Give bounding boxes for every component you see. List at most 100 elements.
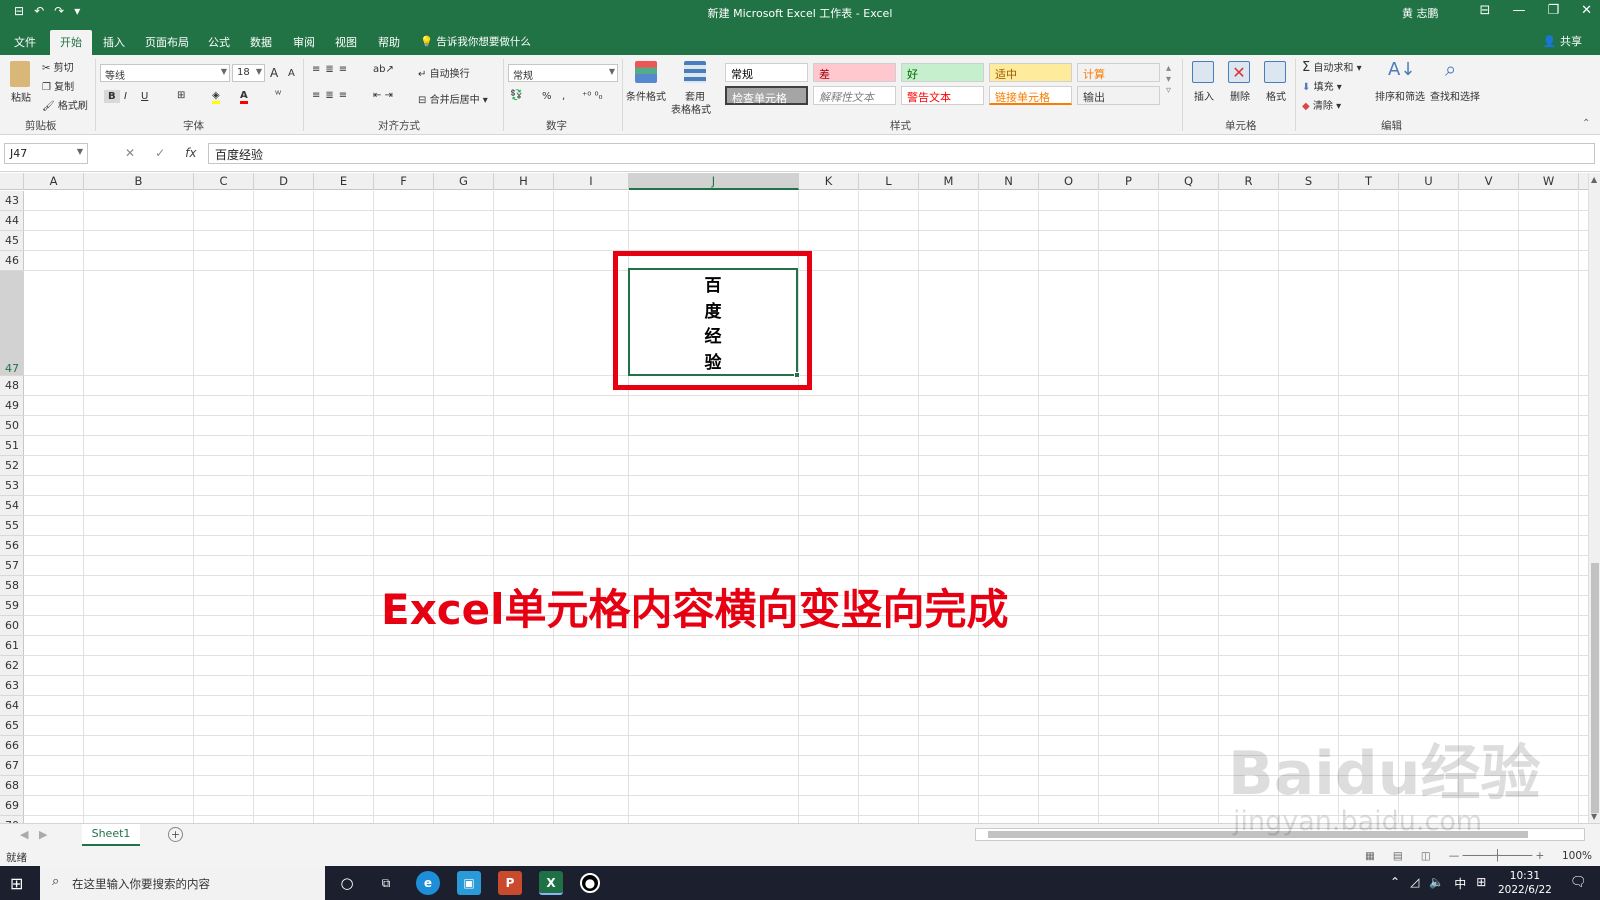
row-header-62[interactable]: 62 (0, 656, 24, 676)
name-box[interactable]: J47 ▼ (4, 143, 88, 164)
collapse-ribbon-icon[interactable]: ⌃ (1582, 118, 1590, 129)
insert-cells-icon[interactable] (1192, 61, 1214, 83)
font-color-icon[interactable]: A (240, 90, 248, 104)
windows-start-icon[interactable]: ⊞ (10, 874, 23, 893)
paste-icon[interactable] (10, 61, 30, 87)
shrink-font-button[interactable]: A (288, 68, 295, 79)
account-name[interactable]: 黄 志鹏 (1402, 5, 1439, 21)
number-format-combo[interactable]: 常规 ▼ (508, 64, 618, 82)
row-header-46[interactable]: 46 (0, 251, 24, 271)
vertical-align-icons[interactable]: ≡≣≡ (312, 64, 352, 75)
grow-font-button[interactable]: A (270, 66, 278, 80)
column-header-J[interactable]: J (629, 173, 799, 190)
scroll-down-icon[interactable]: ▼ (1591, 812, 1597, 821)
row-header-44[interactable]: 44 (0, 211, 24, 231)
cell-style-4[interactable]: 计算 (1077, 63, 1160, 82)
wrap-text-button[interactable]: ↵ 自动换行 (418, 65, 470, 80)
cell-style-7[interactable]: 警告文本 (901, 86, 984, 105)
confirm-entry-icon[interactable]: ✓ (155, 146, 165, 160)
column-header-N[interactable]: N (979, 173, 1039, 190)
column-header-T[interactable]: T (1339, 173, 1399, 190)
vertical-scrollbar[interactable]: ▲ ▼ (1588, 173, 1600, 823)
column-header-H[interactable]: H (494, 173, 554, 190)
font-size-combo[interactable]: 18 ▼ (232, 64, 265, 82)
fill-button[interactable]: ⬇ 填充 ▾ (1302, 78, 1342, 93)
row-header-55[interactable]: 55 (0, 516, 24, 536)
sort-filter-button[interactable]: 排序和筛选 (1375, 88, 1425, 103)
column-header-E[interactable]: E (314, 173, 374, 190)
format-painter-button[interactable]: 🖌 格式刷 (42, 97, 88, 112)
comma-button[interactable]: , (562, 91, 565, 102)
tell-me-box[interactable]: 💡 告诉我你想要做什么 (420, 34, 531, 49)
cell-style-6[interactable]: 解释性文本 (813, 86, 896, 105)
column-header-L[interactable]: L (859, 173, 919, 190)
row-header-52[interactable]: 52 (0, 456, 24, 476)
column-header-C[interactable]: C (194, 173, 254, 190)
zoom-slider[interactable]: — ─────┼───── + (1449, 850, 1545, 862)
row-header-69[interactable]: 69 (0, 796, 24, 816)
row-header-45[interactable]: 45 (0, 231, 24, 251)
cell-style-9[interactable]: 输出 (1077, 86, 1160, 105)
bold-button[interactable]: B (104, 90, 120, 103)
formula-input[interactable]: 百度经验 (208, 143, 1595, 164)
row-header-63[interactable]: 63 (0, 676, 24, 696)
format-cells-button[interactable]: 格式 (1266, 88, 1286, 103)
row-header-66[interactable]: 66 (0, 736, 24, 756)
obs-icon[interactable]: ● (580, 873, 600, 893)
row-header-68[interactable]: 68 (0, 776, 24, 796)
close-button[interactable]: ✕ (1581, 3, 1592, 18)
normal-view-icon[interactable]: ▦ (1365, 850, 1375, 862)
row-header-60[interactable]: 60 (0, 616, 24, 636)
taskbar-search-box[interactable]: ⌕ 在这里输入你要搜索的内容 (40, 866, 325, 900)
column-header-F[interactable]: F (374, 173, 434, 190)
column-header-P[interactable]: P (1099, 173, 1159, 190)
font-name-combo[interactable]: 等线 ▼ (100, 64, 230, 82)
tab-2[interactable]: 插入 (103, 34, 125, 50)
add-sheet-button[interactable]: + (168, 827, 183, 842)
phonetic-icon[interactable]: ᵂ (275, 90, 281, 101)
tab-4[interactable]: 公式 (208, 34, 230, 50)
row-header-53[interactable]: 53 (0, 476, 24, 496)
row-header-48[interactable]: 48 (0, 376, 24, 396)
store-icon[interactable]: ▣ (457, 871, 481, 895)
sheet-nav-arrows[interactable]: ◀ ▶ (20, 828, 47, 841)
indent-icons[interactable]: ⇤ ⇥ (373, 90, 393, 101)
borders-icon[interactable]: ⊞ (177, 90, 185, 101)
cell-style-0[interactable]: 常规 (725, 63, 808, 82)
tab-3[interactable]: 页面布局 (145, 34, 189, 50)
cell-style-8[interactable]: 链接单元格 (989, 86, 1072, 105)
delete-cells-button[interactable]: 删除 (1230, 88, 1250, 103)
cell-style-3[interactable]: 适中 (989, 63, 1072, 82)
select-all-corner[interactable] (0, 173, 24, 190)
minimize-button[interactable]: — (1512, 3, 1525, 18)
notification-icon[interactable]: 🗨 (1570, 875, 1587, 890)
decimal-icons[interactable]: ⁺⁰ ⁰₀ (582, 91, 602, 102)
clear-button[interactable]: ◆ 清除 ▾ (1302, 97, 1341, 112)
column-header-U[interactable]: U (1399, 173, 1459, 190)
tab-0[interactable]: 文件 (14, 34, 36, 50)
task-view-icon[interactable]: ⧉ (374, 871, 398, 895)
percent-button[interactable]: % (542, 91, 552, 102)
column-header-R[interactable]: R (1219, 173, 1279, 190)
row-header-54[interactable]: 54 (0, 496, 24, 516)
column-header-W[interactable]: W (1519, 173, 1579, 190)
orientation-icon[interactable]: ab↗ (373, 64, 394, 75)
row-header-65[interactable]: 65 (0, 716, 24, 736)
column-header-S[interactable]: S (1279, 173, 1339, 190)
fill-color-icon[interactable]: ◈ (212, 90, 220, 104)
scroll-up-icon[interactable]: ▲ (1591, 175, 1597, 184)
gallery-scroll-icon[interactable]: ▴ ▾ ▿ (1166, 63, 1171, 96)
tab-6[interactable]: 审阅 (293, 34, 315, 50)
format-as-table-icon[interactable] (684, 61, 706, 83)
ime-mode-icon[interactable]: ⊞ (1476, 875, 1486, 892)
tab-1[interactable]: 开始 (50, 30, 92, 55)
italic-button[interactable]: I (124, 91, 127, 102)
merge-center-button[interactable]: ⊟ 合并后居中 ▾ (418, 91, 488, 106)
row-header-56[interactable]: 56 (0, 536, 24, 556)
format-as-table-line2[interactable]: 表格格式 (671, 101, 711, 116)
sheet-tab-sheet1[interactable]: Sheet1 (82, 824, 140, 846)
column-header-M[interactable]: M (919, 173, 979, 190)
conditional-format-button[interactable]: 条件格式 (626, 88, 666, 103)
restore-button[interactable]: ❐ (1547, 3, 1559, 18)
column-header-D[interactable]: D (254, 173, 314, 190)
